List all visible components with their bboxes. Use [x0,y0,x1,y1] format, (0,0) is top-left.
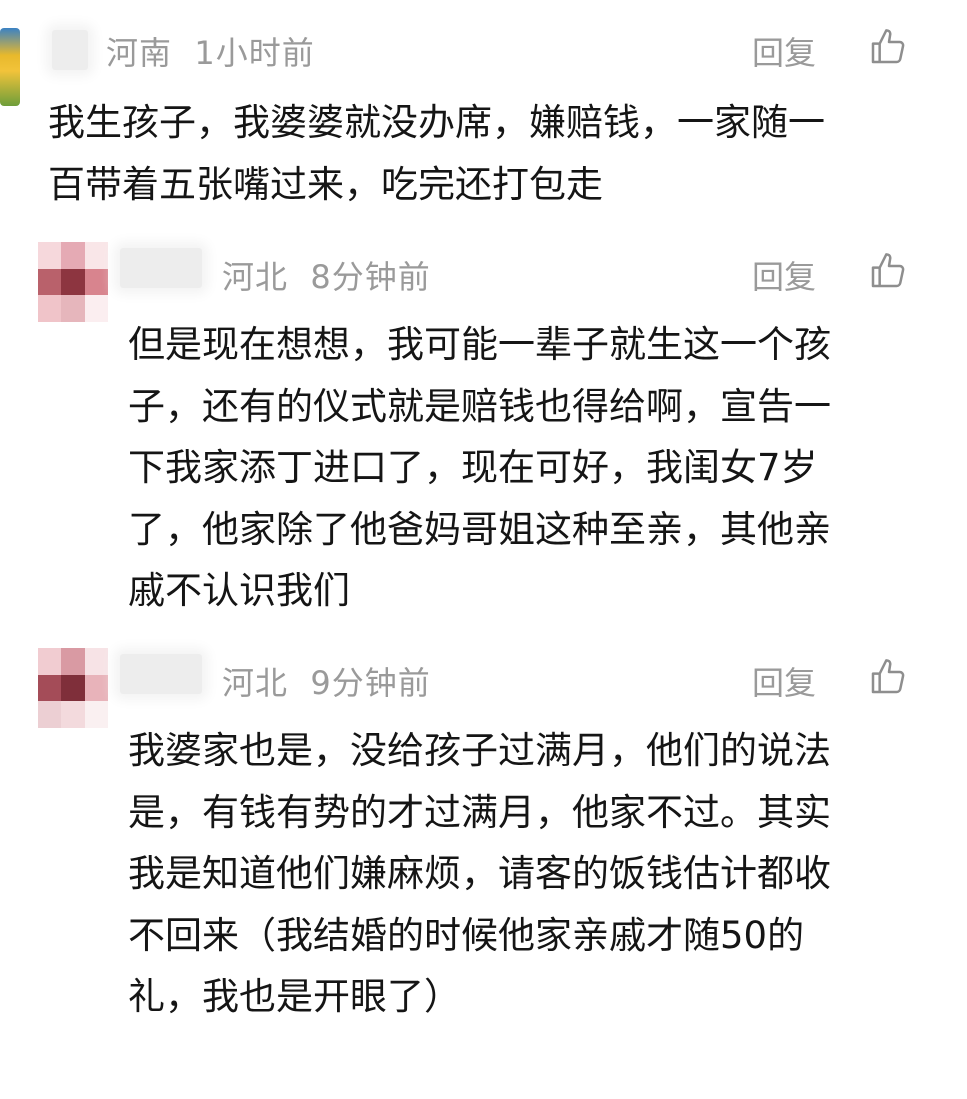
comment-time: 9分钟前 [310,664,431,702]
comment-line: 我婆家也是，没给孩子过满月，他们的说法 [128,729,831,772]
thumbs-up-icon[interactable] [868,27,908,67]
comment-line: 是，有钱有势的才过满月，他家不过。其实 [128,790,831,834]
reply-button[interactable]: 回复 [752,252,816,298]
thumbs-up-icon[interactable] [868,251,908,291]
comment-line: 戚不认识我们 [128,569,350,612]
username-blurred[interactable] [120,654,202,694]
comment-line: 礼，我也是开眼了） [128,975,461,1018]
comment-line: 百带着五张嘴过来，吃完还打包走 [48,162,603,206]
avatar[interactable] [0,28,20,106]
comment-body: 我生孩子，我婆婆就没办席，嫌赔钱，一家随一 百带着五张嘴过来，吃完还打包走 [48,92,928,215]
comment-meta: 河南 1小时前 [106,28,315,74]
reply-button[interactable]: 回复 [752,28,816,74]
comment-line: 不回来（我结婚的时候他家亲戚才随50的 [128,913,805,957]
username-blurred[interactable] [52,30,88,70]
comment-line: 我是知道他们嫌麻烦，请客的饭钱估计都收 [128,852,831,895]
comment-region: 河北 [222,664,289,702]
comment-line: 我生孩子，我婆婆就没办席，嫌赔钱，一家随一 [48,101,825,144]
avatar[interactable] [38,242,108,322]
comment-line: 子，还有的仪式就是赔钱也得给啊，宣告一 [128,384,831,428]
comment-line: 下我家添丁进口了，现在可好，我闺女7岁 [128,446,818,489]
comment-time: 1小时前 [194,34,315,72]
comment-line: 但是现在想想，我可能一辈子就生这一个孩 [128,323,831,366]
comment-time: 8分钟前 [310,258,431,296]
comment-meta: 河北 9分钟前 [222,658,431,704]
comment-body: 但是现在想想，我可能一辈子就生这一个孩 子，还有的仪式就是赔钱也得给啊，宣告一 … [128,314,928,622]
thumbs-up-icon[interactable] [868,657,908,697]
comment-line: 了，他家除了他爸妈哥姐这种至亲，其他亲 [128,507,831,551]
comment-region: 河南 [106,34,173,72]
comment-meta: 河北 8分钟前 [222,252,431,298]
comment-region: 河北 [222,258,289,296]
username-blurred[interactable] [120,248,202,288]
reply-button[interactable]: 回复 [752,658,816,704]
avatar[interactable] [38,648,108,728]
comment-body: 我婆家也是，没给孩子过满月，他们的说法 是，有钱有势的才过满月，他家不过。其实 … [128,720,928,1028]
